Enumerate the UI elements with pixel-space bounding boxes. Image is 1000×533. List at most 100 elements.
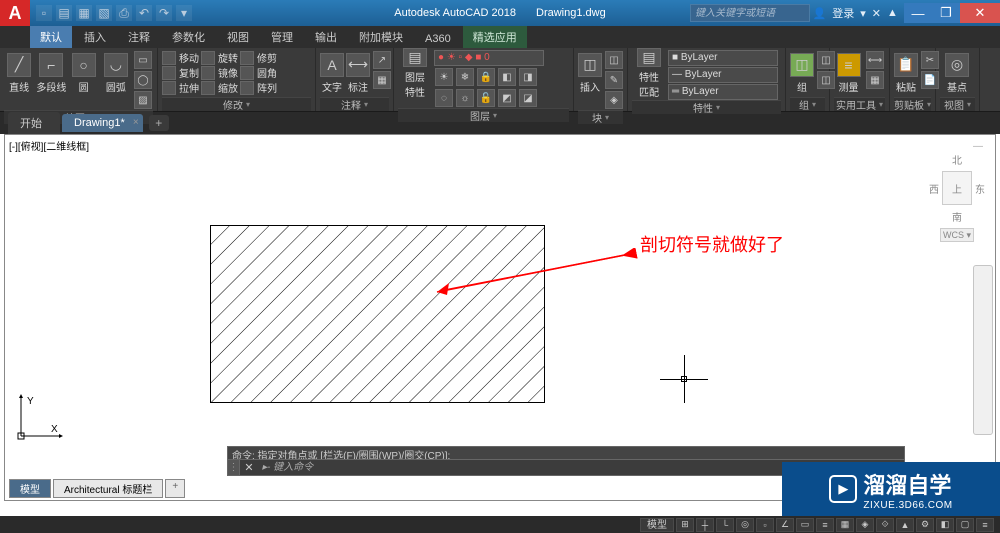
array-button[interactable]: 阵列 (240, 80, 277, 95)
panel-label-layers[interactable]: 图层 (398, 108, 569, 122)
layer-iso-icon[interactable]: ◧ (498, 68, 516, 86)
close-tab-icon[interactable]: × (133, 117, 139, 128)
fillet-button[interactable]: 圆角 (240, 65, 277, 80)
layer-freeze-icon[interactable]: ❄ (456, 68, 474, 86)
ribbon-tab-annotate[interactable]: 注释 (118, 26, 160, 48)
qat-dropdown-icon[interactable]: ▾ (176, 5, 192, 21)
qat-undo-icon[interactable]: ↶ (136, 5, 152, 21)
status-qs-icon[interactable]: ◈ (856, 518, 874, 532)
insert-block-button[interactable]: ◫插入 (578, 50, 602, 96)
table-icon[interactable]: ▦ (373, 71, 391, 89)
block-create-icon[interactable]: ◫ (605, 51, 623, 69)
block-edit-icon[interactable]: ✎ (605, 71, 623, 89)
qat-save-icon[interactable]: ▦ (76, 5, 92, 21)
panel-label-viewbase[interactable]: 视图 (940, 97, 975, 111)
copy-button[interactable]: 复制 (162, 65, 199, 80)
panel-label-block[interactable]: 块 (578, 110, 623, 124)
ucs-icon[interactable]: Y X (15, 392, 65, 442)
help-search-input[interactable]: 键入关键字或短语 (690, 4, 810, 22)
ribbon-tab-insert[interactable]: 插入 (74, 26, 116, 48)
ribbon-tab-output[interactable]: 输出 (305, 26, 347, 48)
login-link[interactable]: 登录 (832, 5, 854, 21)
leader-icon[interactable]: ↗ (373, 51, 391, 69)
hatched-rectangle[interactable] (210, 225, 545, 403)
panel-label-properties[interactable]: 特性 (632, 100, 781, 114)
layer-unlock-icon[interactable]: 🔓 (477, 89, 495, 107)
status-polar-icon[interactable]: ◎ (736, 518, 754, 532)
ribbon-tab-parametric[interactable]: 参数化 (162, 26, 215, 48)
group-button[interactable]: ◫组 (790, 50, 814, 96)
dist-icon[interactable]: ⟷ (866, 51, 884, 69)
stretch-button[interactable]: 拉伸 (162, 80, 199, 95)
status-gear-icon[interactable]: ⚙ (916, 518, 934, 532)
status-osnap-icon[interactable]: ▫ (756, 518, 774, 532)
layer-prev-icon[interactable]: ◩ (498, 89, 516, 107)
layer-match-icon[interactable]: ◨ (519, 68, 537, 86)
status-anno-icon[interactable]: ⟐ (876, 518, 894, 532)
ribbon-tab-manage[interactable]: 管理 (261, 26, 303, 48)
compass-east[interactable]: 东 (975, 181, 985, 196)
layout-tab-add-button[interactable]: + (165, 479, 185, 498)
close-button[interactable]: ✕ (960, 3, 1000, 23)
minimize-button[interactable]: — (904, 3, 932, 23)
exchange-icon[interactable]: ✕ (872, 7, 881, 20)
qat-open-icon[interactable]: ▤ (56, 5, 72, 21)
status-trans-icon[interactable]: ▦ (836, 518, 854, 532)
line-button[interactable]: ╱直线 (4, 50, 34, 96)
person-icon[interactable]: 👤 (813, 7, 827, 20)
rect-icon[interactable]: ▭ (134, 51, 152, 69)
text-button[interactable]: A文字 (320, 50, 344, 96)
viewcube-top[interactable]: 上 (942, 171, 972, 205)
status-scale-icon[interactable]: ▲ (896, 518, 914, 532)
measure-button[interactable]: ≡测量 (834, 50, 863, 96)
ribbon-tab-view[interactable]: 视图 (217, 26, 259, 48)
trim-button[interactable]: 修剪 (240, 50, 277, 65)
match-properties-button[interactable]: ▤特性 匹配 (632, 50, 666, 96)
cmdline-prompt-icon[interactable]: ✕ (240, 460, 258, 475)
a360-icon[interactable]: ▲ (887, 7, 898, 19)
ribbon-tab-featured[interactable]: 精选应用 (463, 26, 527, 48)
status-iso-icon[interactable]: ◧ (936, 518, 954, 532)
circle-button[interactable]: ○圆 (69, 50, 99, 96)
layout-tab-model[interactable]: 模型 (9, 479, 51, 498)
layout-tab-layout1[interactable]: Architectural 标题栏 (53, 479, 163, 498)
ribbon-tab-addins[interactable]: 附加模块 (349, 26, 413, 48)
calc-icon[interactable]: ▦ (866, 71, 884, 89)
block-attr-icon[interactable]: ◈ (605, 91, 623, 109)
linetype-dropdown[interactable]: ═ ByLayer (668, 84, 778, 100)
color-dropdown[interactable]: ■ ByLayer (668, 50, 778, 66)
status-ortho-icon[interactable]: └ (716, 518, 734, 532)
status-model-button[interactable]: 模型 (640, 518, 674, 532)
compass-dash-icon[interactable]: — (929, 141, 985, 152)
layer-color-dropdown[interactable]: ● ☀ ▫ ◆ ■ 0 (434, 50, 544, 66)
view-cube[interactable]: — 北 西 上 东 南 WCS ▾ (929, 141, 985, 242)
layer-properties-button[interactable]: ▤图层 特性 (398, 50, 432, 96)
mirror-button[interactable]: 镜像 (201, 65, 238, 80)
panel-label-modify[interactable]: 修改 (162, 97, 311, 111)
layer-thaw-icon[interactable]: ☼ (456, 89, 474, 107)
polyline-button[interactable]: ⌐多段线 (36, 50, 66, 96)
navigation-bar[interactable] (973, 265, 993, 435)
viewport-label[interactable]: [-][俯视][二维线框] (9, 138, 89, 153)
panel-label-clipboard[interactable]: 剪贴板 (894, 97, 931, 111)
status-track-icon[interactable]: ∠ (776, 518, 794, 532)
qat-plot-icon[interactable]: ⎙ (116, 5, 132, 21)
cmdline-handle-icon[interactable]: ⋮ (228, 460, 240, 475)
qat-saveas-icon[interactable]: ▧ (96, 5, 112, 21)
layer-off-icon[interactable]: ◌ (435, 89, 453, 107)
doc-tab-start[interactable]: 开始 (8, 112, 60, 134)
doc-tab-add-button[interactable]: + (149, 115, 169, 131)
status-snap-icon[interactable]: ┼ (696, 518, 714, 532)
login-dropdown-icon[interactable]: ▾ (860, 7, 866, 20)
paste-button[interactable]: 📋粘贴 (894, 50, 918, 96)
ribbon-tab-default[interactable]: 默认 (30, 26, 72, 48)
app-logo[interactable]: A (0, 0, 30, 26)
basepoint-button[interactable]: ◎基点 (940, 50, 974, 96)
panel-label-utilities[interactable]: 实用工具 (834, 97, 885, 111)
status-lwt-icon[interactable]: ≡ (816, 518, 834, 532)
layer-walk-icon[interactable]: ◪ (519, 89, 537, 107)
status-menu-icon[interactable]: ≡ (976, 518, 994, 532)
status-dyn-icon[interactable]: ▭ (796, 518, 814, 532)
panel-label-annotation[interactable]: 注释 (320, 97, 389, 111)
qat-new-icon[interactable]: ▫ (36, 5, 52, 21)
